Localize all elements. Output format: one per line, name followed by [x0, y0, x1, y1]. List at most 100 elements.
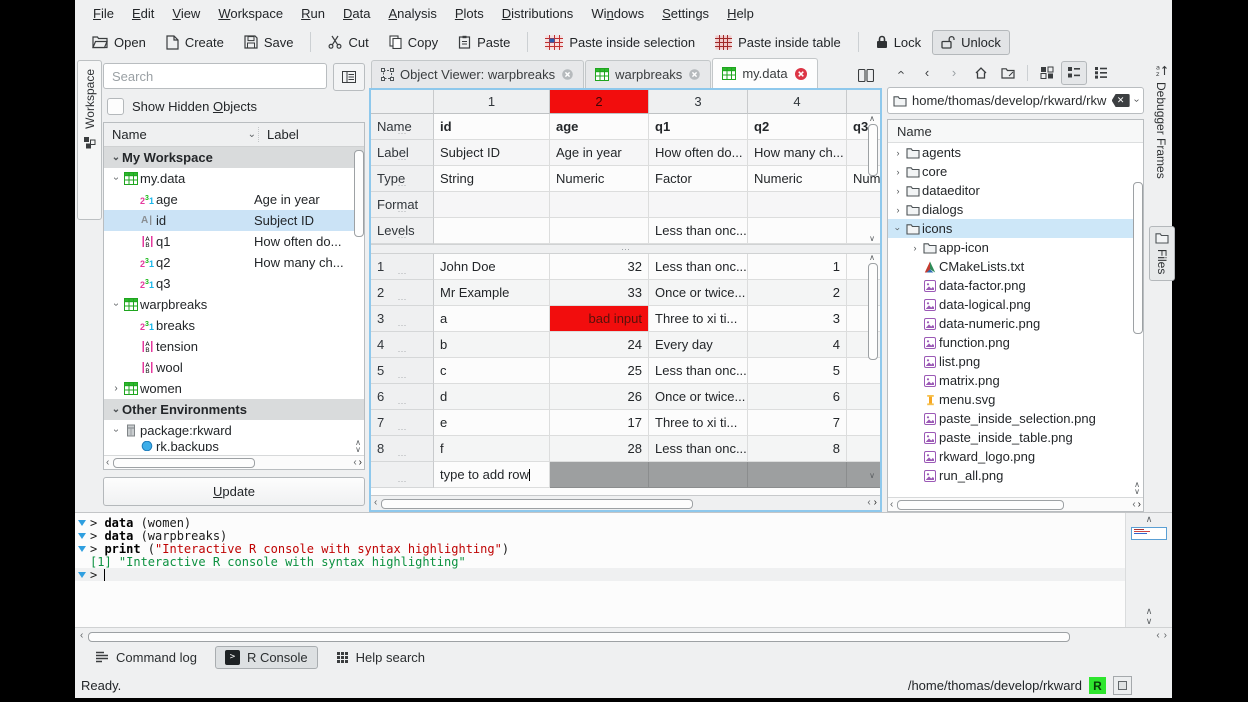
toolbar-button-cut[interactable]: Cut: [319, 30, 377, 55]
tab-workspace-vertical[interactable]: Workspace: [77, 60, 102, 220]
data-cell-r6-c1[interactable]: d: [434, 384, 550, 410]
toolbar-button-unlock[interactable]: Unlock: [932, 30, 1010, 55]
row-header-label[interactable]: Label: [371, 140, 434, 166]
add-row-empty-cell[interactable]: [748, 462, 847, 488]
tab-warpbreaks[interactable]: warpbreaks: [585, 60, 711, 88]
menu-item-workspace[interactable]: Workspace: [210, 3, 291, 24]
column-header-name[interactable]: Name ⌄: [104, 127, 258, 142]
file-item-icons[interactable]: ›icons: [888, 219, 1143, 238]
meta-cell-format-c1[interactable]: [434, 192, 550, 218]
meta-cell-name-c4[interactable]: q2: [748, 114, 847, 140]
toolbar-button-paste[interactable]: Paste: [449, 30, 519, 55]
tree-expander-icon[interactable]: ›: [111, 173, 122, 185]
add-row-input-cell[interactable]: type to add row: [434, 462, 550, 488]
toolview-tab-help-search[interactable]: Help search: [326, 646, 435, 669]
console-scroll-down-icon[interactable]: ∨: [1146, 617, 1153, 625]
tree-expander-icon[interactable]: ›: [909, 243, 921, 253]
menu-item-view[interactable]: View: [164, 3, 208, 24]
column-header-label[interactable]: Label: [258, 127, 364, 142]
workspace-item-women[interactable]: ›women: [104, 378, 364, 399]
console-hscrollbar[interactable]: ‹ ‹›: [75, 627, 1172, 643]
file-item-function-png[interactable]: function.png: [888, 333, 1143, 352]
data-cell-r6-c3[interactable]: Once or twice...: [649, 384, 748, 410]
menu-item-data[interactable]: Data: [335, 3, 378, 24]
data-cell-r1-c2[interactable]: 32: [550, 254, 649, 280]
meta-cell-label-c4[interactable]: How many ch...: [748, 140, 847, 166]
menu-item-file[interactable]: File: [85, 3, 122, 24]
tab-object-viewer-warpbreaks[interactable]: Object Viewer: warpbreaks: [371, 60, 584, 88]
data-cell-r4-c2[interactable]: 24: [550, 332, 649, 358]
files-vscroll-arrows[interactable]: ∧∨: [1132, 481, 1142, 495]
data-cell-r5-c4[interactable]: 5: [748, 358, 847, 384]
workspace-item-warpbreaks[interactable]: ›warpbreaks: [104, 294, 364, 315]
tree-expander-icon[interactable]: ›: [893, 223, 903, 235]
file-item-core[interactable]: ›core: [888, 162, 1143, 181]
meta-cell-name-c3[interactable]: q1: [649, 114, 748, 140]
row-header-name[interactable]: Name: [371, 114, 434, 140]
file-item-dialogs[interactable]: ›dialogs: [888, 200, 1143, 219]
file-item-data-factor-png[interactable]: data-factor.png: [888, 276, 1143, 295]
toolbar-button-lock[interactable]: Lock: [867, 30, 930, 55]
workspace-item-q2[interactable]: 231q2How many ch...: [104, 252, 364, 273]
meta-cell-levels-c2[interactable]: [550, 218, 649, 244]
toolview-tab-r-console[interactable]: >R Console: [215, 646, 318, 669]
data-cell-r4-c3[interactable]: Every day: [649, 332, 748, 358]
workspace-item-other-environments[interactable]: ⌄Other Environments: [104, 399, 364, 420]
toolbar-button-paste-inside-table[interactable]: Paste inside table: [706, 30, 850, 55]
show-hidden-checkbox[interactable]: [107, 98, 124, 115]
workspace-item-wool[interactable]: ABwool: [104, 357, 364, 378]
column-header-2[interactable]: 2: [550, 90, 649, 114]
interrupt-r-button[interactable]: [1113, 676, 1132, 695]
row-header-5[interactable]: 5: [371, 358, 434, 384]
split-view-icon[interactable]: [858, 69, 874, 82]
tab-my-data[interactable]: my.data: [712, 58, 817, 88]
data-cell-r8-c3[interactable]: Less than onc...: [649, 436, 748, 462]
file-item-data-logical-png[interactable]: data-logical.png: [888, 295, 1143, 314]
meta-cell-name-c1[interactable]: id: [434, 114, 550, 140]
workspace-item-breaks[interactable]: 231breaks: [104, 315, 364, 336]
tree-expander-icon[interactable]: ⌄: [110, 404, 122, 415]
workspace-item-my-workspace[interactable]: ⌄My Workspace: [104, 147, 364, 168]
meta-cell-format-c3[interactable]: [649, 192, 748, 218]
tree-expander-icon[interactable]: ›: [110, 383, 122, 394]
menu-item-settings[interactable]: Settings: [654, 3, 717, 24]
combo-dropdown-icon[interactable]: ›: [1131, 99, 1142, 102]
data-cell-r6-c2[interactable]: 26: [550, 384, 649, 410]
tree-expander-icon[interactable]: ›: [892, 186, 904, 196]
tab-files-vertical[interactable]: Files: [1149, 226, 1175, 281]
meta-cell-type-c2[interactable]: Numeric: [550, 166, 649, 192]
workspace-item-q1[interactable]: ABq1How often do...: [104, 231, 364, 252]
row-header-4[interactable]: 4: [371, 332, 434, 358]
menu-item-edit[interactable]: Edit: [124, 3, 162, 24]
data-cell-r4-c1[interactable]: b: [434, 332, 550, 358]
column-header-5[interactable]: 5: [847, 90, 882, 114]
file-item-dataeditor[interactable]: ›dataeditor: [888, 181, 1143, 200]
meta-cell-levels-c1[interactable]: [434, 218, 550, 244]
add-row-empty-cell[interactable]: [550, 462, 649, 488]
row-header-1[interactable]: 1: [371, 254, 434, 280]
file-item-app-icon[interactable]: ›app-icon: [888, 238, 1143, 257]
row-header-format[interactable]: Format: [371, 192, 434, 218]
home-button[interactable]: [968, 61, 994, 85]
toolbar-button-copy[interactable]: Copy: [380, 30, 447, 55]
file-item-cmakelists-txt[interactable]: CMakeLists.txt: [888, 257, 1143, 276]
data-cell-r8-c1[interactable]: f: [434, 436, 550, 462]
metadata-vscrollbar[interactable]: ∧∨: [866, 115, 878, 243]
data-cell-r8-c4[interactable]: 8: [748, 436, 847, 462]
file-item-paste-inside-table-png[interactable]: paste_inside_table.png: [888, 428, 1143, 447]
data-cell-r7-c4[interactable]: 7: [748, 410, 847, 436]
data-cell-r8-c2[interactable]: 28: [550, 436, 649, 462]
workspace-item-tension[interactable]: ABtension: [104, 336, 364, 357]
workspace-item-q3[interactable]: 231q3: [104, 273, 364, 294]
row-header-6[interactable]: 6: [371, 384, 434, 410]
data-cell-r2-c1[interactable]: Mr Example: [434, 280, 550, 306]
close-tab-icon[interactable]: [794, 67, 808, 81]
menu-item-run[interactable]: Run: [293, 3, 333, 24]
column-header-3[interactable]: 3: [649, 90, 748, 114]
add-row-empty-cell[interactable]: [649, 462, 748, 488]
meta-cell-format-c4[interactable]: [748, 192, 847, 218]
tab-debugger-frames-vertical[interactable]: azDebugger Frames: [1149, 63, 1173, 179]
editor-splitter-handle[interactable]: ⋯: [371, 244, 880, 254]
toolview-tab-command-log[interactable]: Command log: [85, 646, 207, 669]
tree-expander-icon[interactable]: ›: [111, 425, 122, 437]
